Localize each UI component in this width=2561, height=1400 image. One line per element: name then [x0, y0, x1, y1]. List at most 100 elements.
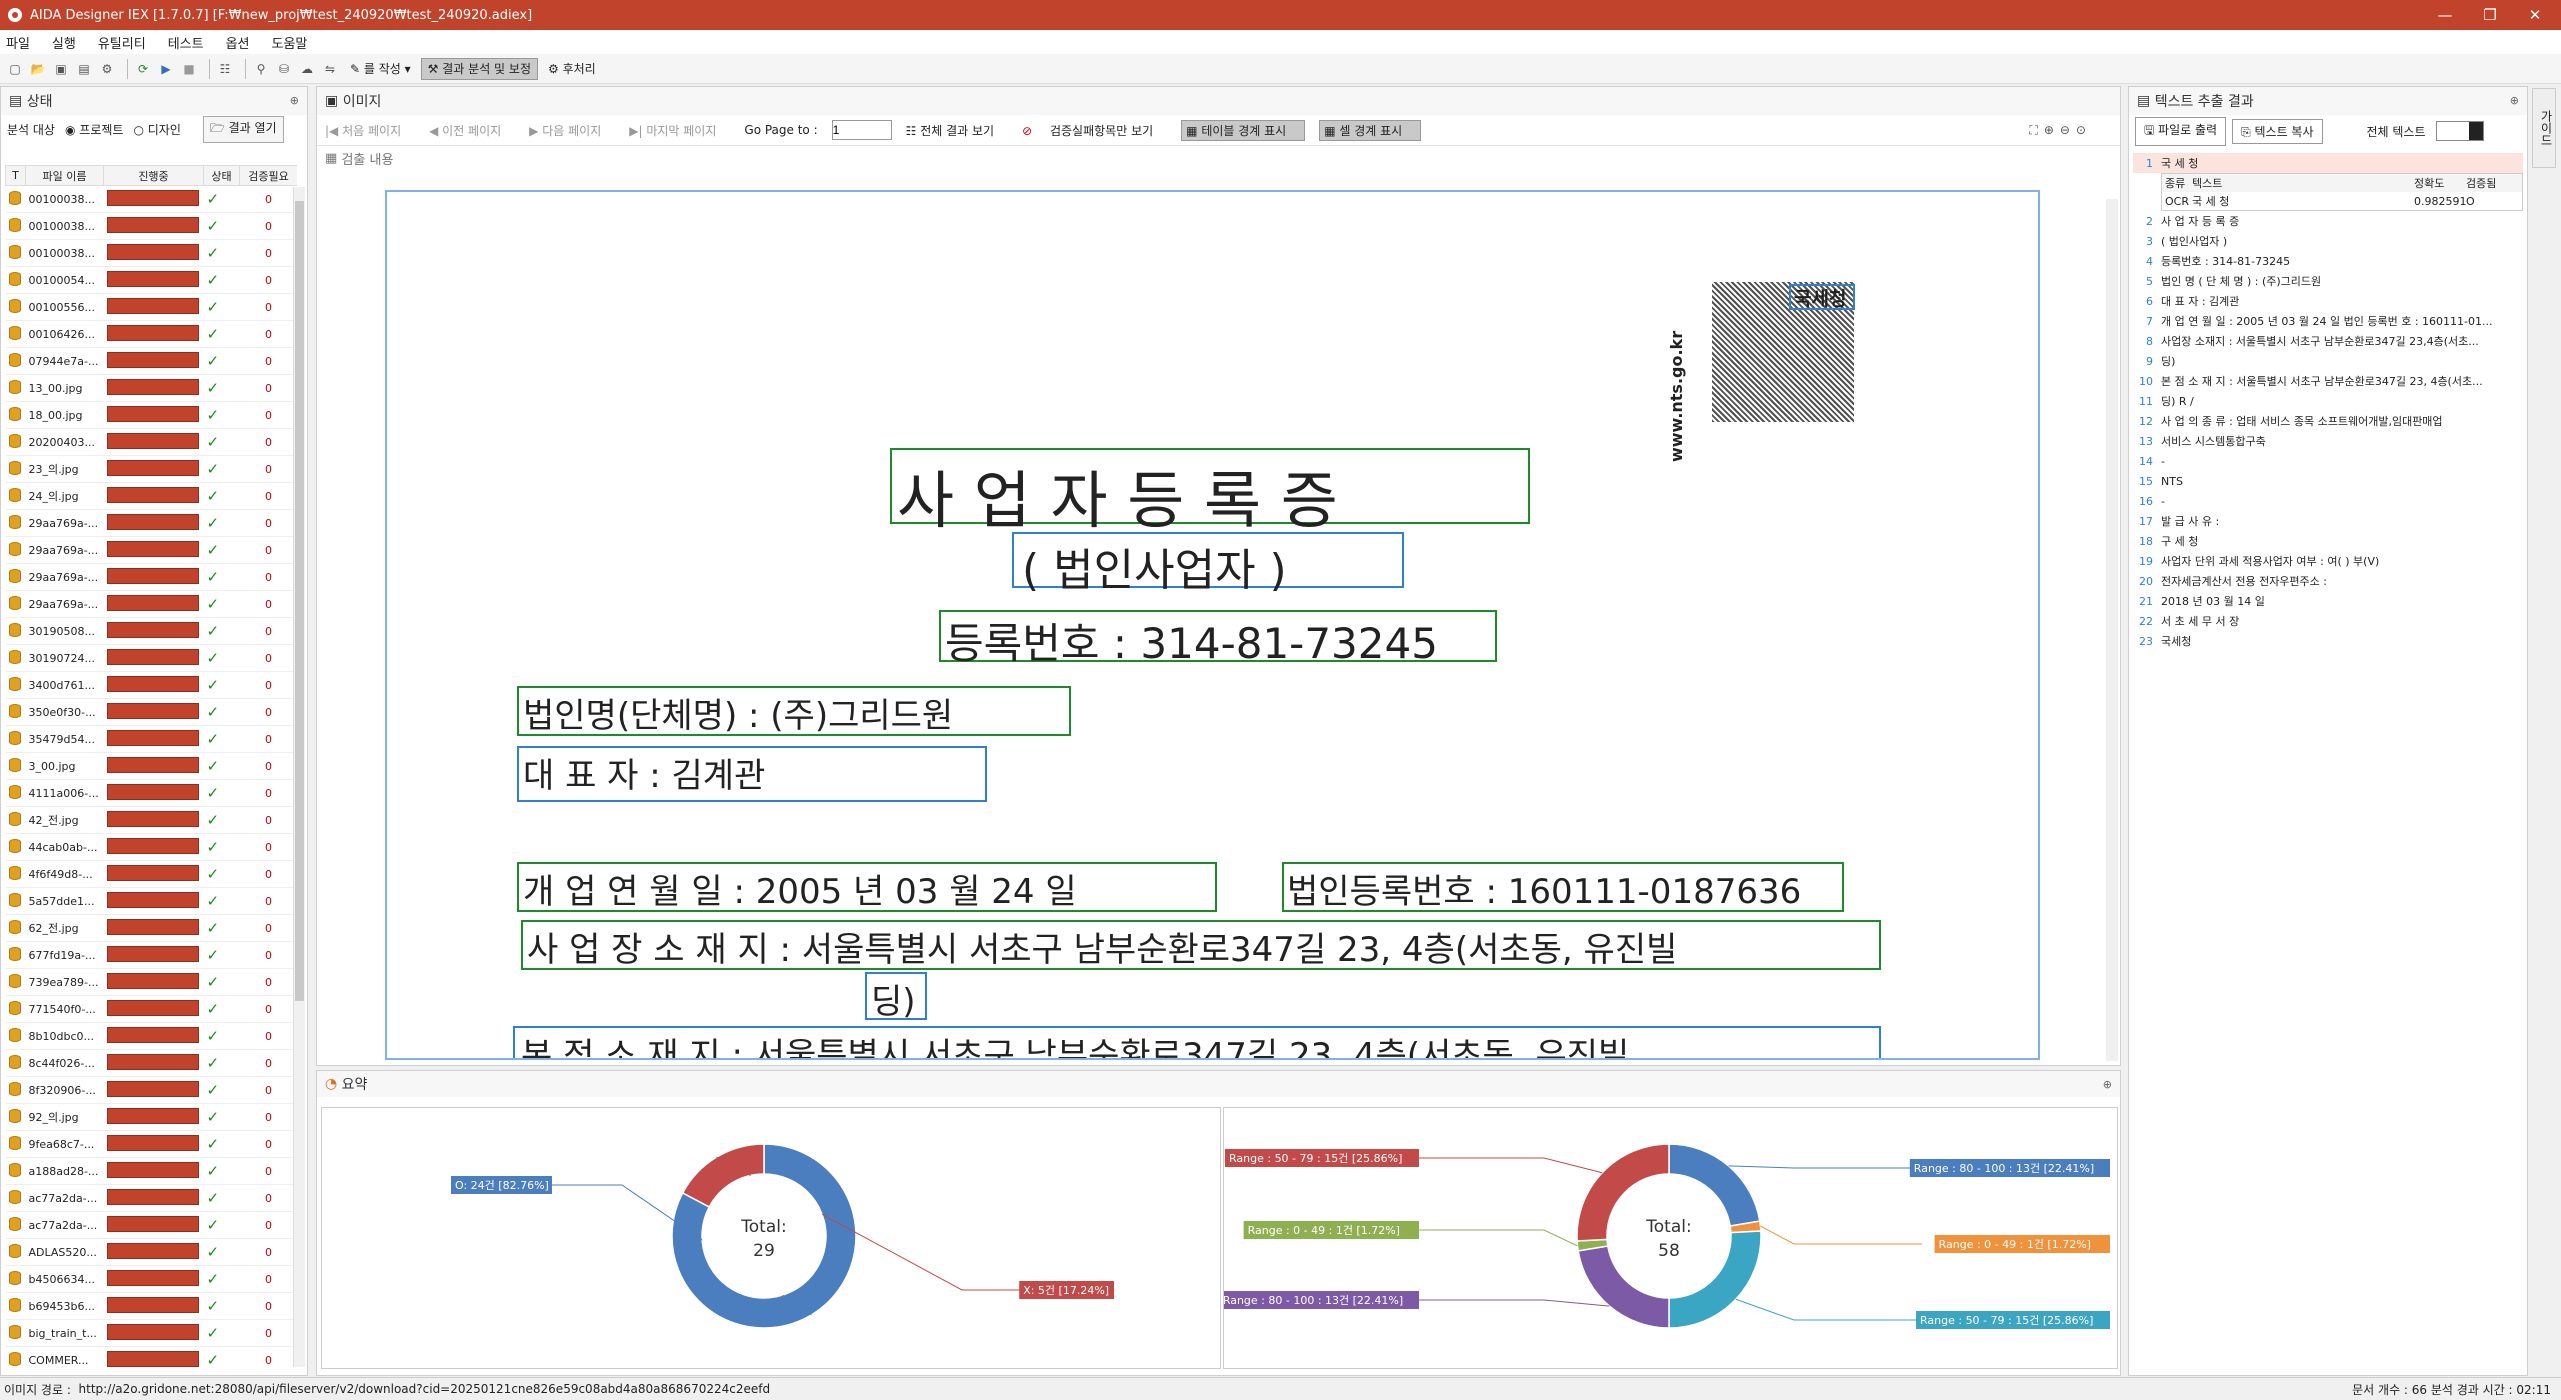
settings-icon[interactable]: ⚙ — [98, 60, 116, 78]
result-row[interactable]: 14- — [2133, 451, 2523, 471]
file-row[interactable]: big_train_t... ✓ 0 — [5, 1319, 297, 1347]
file-row[interactable]: 62_전.jpg ✓ 0 — [5, 914, 297, 942]
result-row[interactable]: 21 2018 년 03 월 14 일 — [2133, 591, 2523, 611]
result-row[interactable]: 10 본 점 소 재 지 : 서울특별시 서초구 남부순환로347길 23, 4층… — [2133, 371, 2523, 391]
menu-file[interactable]: 파일 — [6, 33, 30, 52]
result-row[interactable]: 7 개 업 연 월 일 : 2005 년 03 월 24 일 법인 등록번 호 :… — [2133, 311, 2523, 331]
open-results-button[interactable]: 🗁 결과 열기 — [202, 115, 284, 143]
new-icon[interactable]: ▢ — [6, 60, 24, 78]
menu-utility[interactable]: 유틸리티 — [98, 33, 146, 52]
menu-help[interactable]: 도움말 — [272, 33, 308, 52]
col-status[interactable]: 상태 — [203, 165, 240, 186]
file-row[interactable]: 771540f0-... ✓ 0 — [5, 995, 297, 1023]
file-row[interactable]: 92_의.jpg ✓ 0 — [5, 1103, 297, 1131]
result-row[interactable]: 12 사 업 의 종 류 : 업태 서비스 종목 소프트웨어개발,임대판매업 — [2133, 411, 2523, 431]
tree-icon[interactable]: ⚲ — [252, 60, 270, 78]
result-row[interactable]: 18 구 세 청 — [2133, 531, 2523, 551]
file-row[interactable]: 677fd19a-... ✓ 0 — [5, 941, 297, 969]
radio-design[interactable]: ○ 디자인 — [133, 121, 180, 138]
database-icon[interactable]: ⛁ — [275, 60, 293, 78]
table-border-toggle[interactable]: ▦ 테이블 경계 표시 — [1181, 119, 1306, 141]
file-row[interactable]: 00100054... ✓ 0 — [5, 266, 297, 294]
summary-pin-icon[interactable]: ⊕ — [2103, 1078, 2112, 1091]
result-row[interactable]: 16- — [2133, 491, 2523, 511]
result-row[interactable]: 2 사 업 자 등 록 증 — [2133, 211, 2523, 231]
result-row[interactable]: 4 등록번호 : 314-81-73245 — [2133, 251, 2523, 271]
file-row[interactable]: 29aa769a-... ✓ 0 — [5, 590, 297, 618]
menu-test[interactable]: 테스트 — [168, 33, 204, 52]
file-row[interactable]: 23_의.jpg ✓ 0 — [5, 455, 297, 483]
file-row[interactable]: 00100038... ✓ 0 — [5, 239, 297, 267]
pin-icon[interactable]: ⊕ — [290, 94, 299, 107]
file-row[interactable]: COMMER... ✓ 0 — [5, 1346, 297, 1370]
text-result-pin-icon[interactable]: ⊕ — [2510, 94, 2519, 107]
menu-run[interactable]: 실행 — [52, 33, 76, 52]
file-row[interactable]: 44cab0ab-... ✓ 0 — [5, 833, 297, 861]
report-icon[interactable]: ☷ — [216, 60, 234, 78]
play-icon[interactable]: ▶ — [157, 60, 175, 78]
radio-project[interactable]: ◉ 프로젝트 — [65, 121, 123, 138]
file-row[interactable]: ADLAS520... ✓ 0 — [5, 1238, 297, 1266]
file-row[interactable]: 9fea68c7-... ✓ 0 — [5, 1130, 297, 1158]
file-row[interactable]: 29aa769a-... ✓ 0 — [5, 509, 297, 537]
file-row[interactable]: 30190724... ✓ 0 — [5, 644, 297, 672]
file-row[interactable]: ac77a2da-... ✓ 0 — [5, 1184, 297, 1212]
save-icon[interactable]: ▣ — [52, 60, 70, 78]
file-row[interactable]: b69453b6... ✓ 0 — [5, 1292, 297, 1320]
file-row[interactable]: 00100038... ✓ 0 — [5, 185, 297, 213]
maximize-icon[interactable]: ❐ — [2465, 0, 2515, 30]
view-all-button[interactable]: ☷ 전체 결과 보기 — [906, 122, 1008, 139]
next-page-button[interactable]: ▶ 다음 페이지 — [529, 122, 615, 139]
close-icon[interactable]: ✕ — [2510, 0, 2560, 30]
result-row[interactable]: 3 ( 법인사업자 ) — [2133, 231, 2523, 251]
file-row[interactable]: 00100556... ✓ 0 — [5, 293, 297, 321]
report-button[interactable]: ✎ 를 작성 ▾ — [344, 58, 417, 80]
copy-text-button[interactable]: ⎘ 텍스트 복사 — [2232, 118, 2323, 144]
save-all-icon[interactable]: ▤ — [75, 60, 93, 78]
file-row[interactable]: 00100038... ✓ 0 — [5, 212, 297, 240]
export-file-button[interactable]: 🖫 파일로 출력 — [2135, 116, 2227, 146]
col-type[interactable]: T — [5, 165, 26, 186]
zoom-controls[interactable]: ⛶⊕⊖⊙ — [2029, 123, 2092, 138]
result-row[interactable]: 17 발 급 사 유 : — [2133, 511, 2523, 531]
result-row[interactable]: 11 딩) R / — [2133, 391, 2523, 411]
open-icon[interactable]: 📂 — [29, 60, 47, 78]
goto-input[interactable] — [831, 120, 892, 140]
file-row[interactable]: 4f6f49d8-... ✓ 0 — [5, 860, 297, 888]
cell-border-toggle[interactable]: ▦ 셀 경계 표시 — [1319, 119, 1422, 141]
scrollbar-thumb[interactable] — [295, 201, 304, 1001]
prev-page-button[interactable]: ◀ 이전 페이지 — [429, 122, 515, 139]
file-list-scrollbar[interactable] — [293, 187, 305, 1367]
file-row[interactable]: 18_00.jpg ✓ 0 — [5, 401, 297, 429]
result-row[interactable]: 9 딩) — [2133, 351, 2523, 371]
result-row[interactable]: 15 NTS — [2133, 471, 2523, 491]
result-row[interactable]: 5 법인 명 ( 단 체 명 ) : (주)그리드원 — [2133, 271, 2523, 291]
file-row[interactable]: 35479d54... ✓ 0 — [5, 725, 297, 753]
file-row[interactable]: 29aa769a-... ✓ 0 — [5, 536, 297, 564]
sub-data-row[interactable]: OCR 국 세 청 0.982591 O — [2162, 192, 2522, 210]
analysis-button[interactable]: ⚒ 결과 분석 및 보정 — [420, 57, 538, 80]
col-progress[interactable]: 진행중 — [103, 165, 204, 186]
post-process-button[interactable]: ⚙ 후처리 — [542, 58, 602, 80]
file-row[interactable]: b4506634... ✓ 0 — [5, 1265, 297, 1293]
full-text-toggle[interactable] — [2435, 121, 2484, 141]
file-row[interactable]: 29aa769a-... ✓ 0 — [5, 563, 297, 591]
file-row[interactable]: 24_의.jpg ✓ 0 — [5, 482, 297, 510]
file-row[interactable]: 4111a006-... ✓ 0 — [5, 779, 297, 807]
minimize-icon[interactable]: — — [2420, 0, 2470, 30]
file-row[interactable]: 8f320906-... ✓ 0 — [5, 1076, 297, 1104]
result-row[interactable]: 6 대 표 자 : 김계관 — [2133, 291, 2523, 311]
file-row[interactable]: 8b10dbc0... ✓ 0 — [5, 1022, 297, 1050]
col-filename[interactable]: 파일 이름 — [25, 165, 104, 186]
file-row[interactable]: 739ea789-... ✓ 0 — [5, 968, 297, 996]
result-row[interactable]: 8 사업장 소재지 : 서울특별시 서초구 남부순환로347길 23,4층(서초.… — [2133, 331, 2523, 351]
file-row[interactable]: 20200403... ✓ 0 — [5, 428, 297, 456]
file-row[interactable]: 00106426... ✓ 0 — [5, 320, 297, 348]
file-row[interactable]: 42_전.jpg ✓ 0 — [5, 806, 297, 834]
view-fail-button[interactable]: ⊘ 검증실패항목만 보기 — [1022, 122, 1167, 139]
file-row[interactable]: 30190508... ✓ 0 — [5, 617, 297, 645]
result-row[interactable]: 20 전자세금계산서 전용 전자우편주소 : — [2133, 571, 2523, 591]
refresh-icon[interactable]: ⟳ — [134, 60, 152, 78]
file-row[interactable]: 350e0f30-... ✓ 0 — [5, 698, 297, 726]
file-row[interactable]: 13_00.jpg ✓ 0 — [5, 374, 297, 402]
